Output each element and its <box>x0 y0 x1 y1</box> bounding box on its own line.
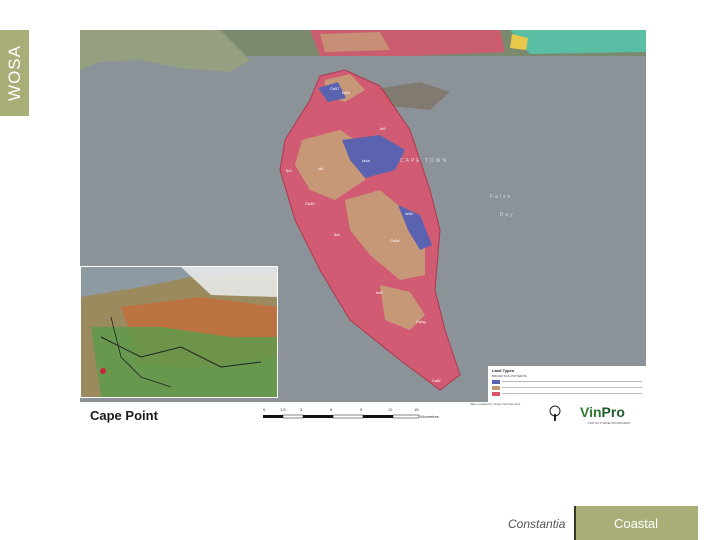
region-label: Ca5f <box>432 378 441 383</box>
north-tan-zone <box>320 32 390 52</box>
legend-title: Land Types <box>492 368 514 373</box>
scale-tick: 1.5 <box>280 407 286 412</box>
legend-swatch-pink <box>492 392 500 396</box>
legend-subtitle: BROAD SOIL PATTERNS <box>492 374 527 378</box>
vinpro-right: Pro <box>601 404 625 420</box>
coastal-button[interactable]: Coastal <box>574 506 698 540</box>
region-label: Ca30 <box>305 201 315 206</box>
scale-tick: 6 <box>330 407 333 412</box>
region-label: Ia4a <box>362 158 371 163</box>
constantia-label[interactable]: Constantia <box>508 517 565 531</box>
map-legend: Land Types BROAD SOIL PATTERNS <box>488 366 646 402</box>
region-label: Ia4f <box>376 290 384 295</box>
vinpro-tagline: FOR SA'S WINE PRODUCERS <box>588 421 631 425</box>
region-label: Ib8 <box>334 232 340 237</box>
scale-tick: 15 <box>414 407 419 412</box>
water-label-bay: Bay <box>500 212 515 218</box>
region-label: Ib9 <box>286 168 292 173</box>
scale-tick: 12 <box>388 407 393 412</box>
scale-tick: 9 <box>360 407 363 412</box>
legend-swatch-tan <box>492 386 500 390</box>
scale-tick: 3 <box>300 407 303 412</box>
region-label: Ca57 <box>330 86 340 91</box>
scale-unit: Kilometres <box>420 414 439 419</box>
region-label: Ib6 <box>380 126 386 131</box>
region-label: Ca4g <box>416 319 426 324</box>
region-label: Ib8d <box>342 90 350 95</box>
map-bottom-bar: Cape Point 0 1.5 3 6 9 12 15 Kilometres … <box>80 402 646 430</box>
legend-swatch-blue <box>492 380 500 384</box>
region-label: Ia5d <box>405 211 413 216</box>
water-label-cape-town: CAPE TOWN <box>400 158 448 164</box>
map-image: CAPE TOWN False Bay Ca57 Ib8d Ia4a Ib6 I… <box>80 30 646 430</box>
seal-icon <box>549 405 561 421</box>
map-title: Cape Point <box>90 408 158 423</box>
north-terrain <box>80 30 250 72</box>
scale-tick: 0 <box>263 407 266 412</box>
water-label-false: False <box>490 194 512 200</box>
scale-bar <box>263 414 420 419</box>
vinpro-logo: VinPro <box>580 404 625 420</box>
north-teal-zone <box>510 30 646 54</box>
region-label: Ca3d <box>390 238 400 243</box>
inset-locator-map <box>80 266 278 398</box>
inset-svg <box>81 267 277 397</box>
vinpro-left: Vin <box>580 404 602 420</box>
map-credits: Map compiled by Vinpro Soil Services <box>470 402 521 406</box>
region-label: Ia5 <box>318 166 324 171</box>
wosa-logo-tab: WOSA <box>0 30 29 116</box>
wosa-logo-text: WOSA <box>4 45 24 101</box>
